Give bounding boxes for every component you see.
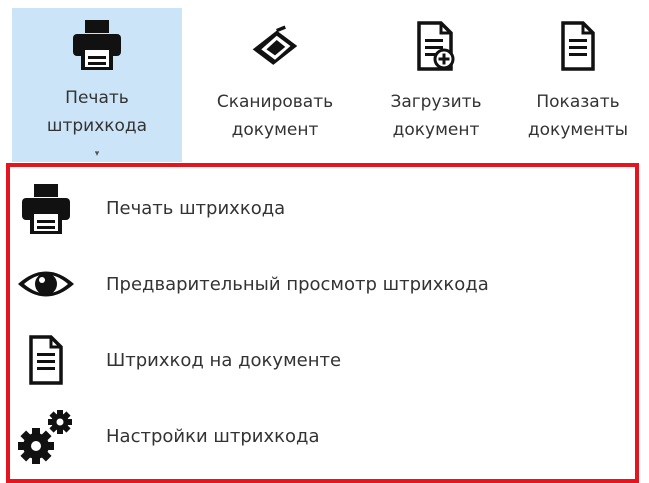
upload-document-button[interactable]: Загрузить документ — [370, 8, 502, 162]
show-documents-button[interactable]: Показать документы — [512, 8, 644, 162]
scan-document-button[interactable]: Сканировать документ — [192, 8, 358, 162]
print-barcode-label: Печать штрихкода ▾ — [47, 84, 147, 168]
menu-item-label: Настройки штрихкода — [106, 425, 320, 447]
printer-icon — [16, 178, 76, 238]
scan-document-label: Сканировать документ — [216, 92, 334, 140]
printer-icon — [73, 18, 121, 70]
print-barcode-button[interactable]: Печать штрихкода ▾ — [12, 8, 182, 162]
menu-item-barcode-settings[interactable]: Настройки штрихкода — [10, 399, 635, 473]
menu-item-label: Штрихкод на документе — [106, 349, 342, 371]
document-add-icon — [412, 18, 460, 74]
upload-document-label: Загрузить документ — [390, 92, 482, 140]
menu-item-print-barcode[interactable]: Печать штрихкода — [10, 171, 635, 245]
menu-item-label: Предварительный просмотр штрихкода — [106, 273, 489, 295]
menu-item-label: Печать штрихкода — [106, 197, 286, 219]
print-barcode-dropdown-menu: Печать штрихкода Предварительный просмот… — [6, 163, 639, 483]
document-icon — [554, 18, 602, 74]
gears-icon — [16, 406, 76, 466]
ribbon-toolbar: Печать штрихкода ▾ Сканировать документ — [0, 0, 649, 162]
menu-item-preview-barcode[interactable]: Предварительный просмотр штрихкода — [10, 247, 635, 321]
eye-icon — [16, 254, 76, 314]
document-icon — [16, 330, 76, 390]
menu-item-barcode-on-document[interactable]: Штрихкод на документе — [10, 323, 635, 397]
scanner-icon — [251, 18, 299, 74]
show-documents-label: Показать документы — [527, 92, 629, 140]
